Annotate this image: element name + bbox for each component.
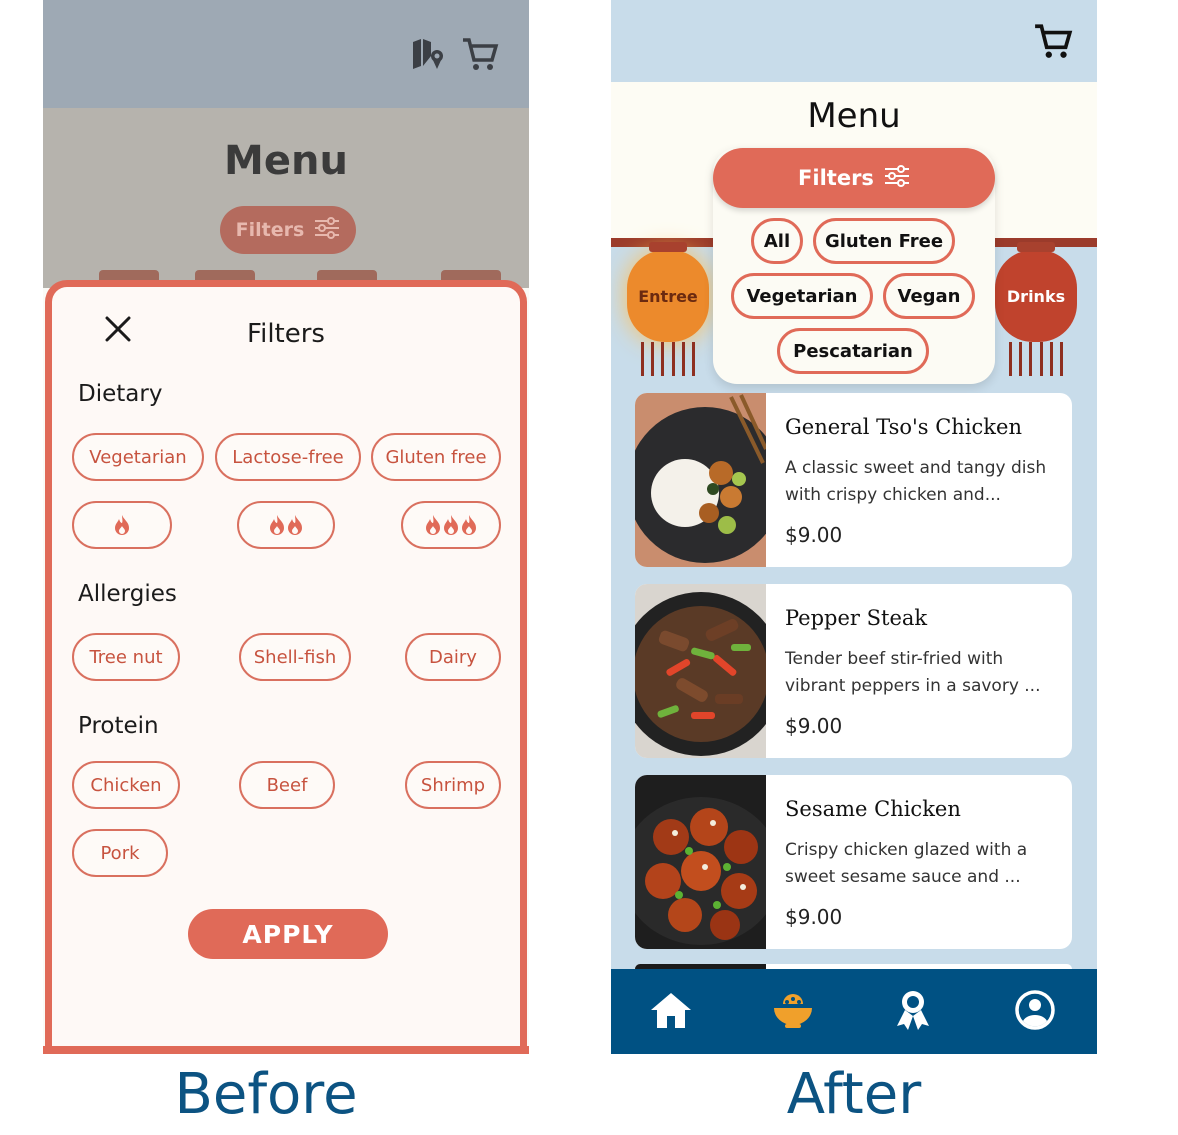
chip-vegetarian[interactable]: Vegetarian: [72, 433, 204, 481]
profile-icon[interactable]: [1012, 987, 1058, 1033]
food-image: [635, 584, 766, 758]
filter-chip-all[interactable]: All: [751, 218, 803, 264]
map-pin-icon[interactable]: [409, 36, 445, 77]
item-name: Sesame Chicken: [785, 797, 961, 821]
menu-item-card[interactable]: General Tso's Chicken A classic sweet an…: [635, 393, 1072, 567]
chip-beef[interactable]: Beef: [239, 761, 335, 809]
menu-item-card[interactable]: Sesame Chicken Crispy chicken glazed wit…: [635, 775, 1072, 949]
top-bar: [611, 0, 1097, 82]
lantern-cap: [1017, 242, 1055, 252]
before-screen: Menu Filters Filters Dietary Vegetarian …: [43, 0, 529, 1054]
tab-drinks[interactable]: Drinks: [995, 242, 1077, 376]
item-description: A classic sweet and tangy dish with cris…: [785, 458, 1047, 505]
apply-button[interactable]: APPLY: [188, 909, 388, 959]
after-caption: After: [786, 1062, 922, 1127]
bottom-nav: [611, 969, 1097, 1054]
page-title: Menu: [807, 96, 901, 136]
sheet-title: Filters: [247, 319, 325, 349]
sheet-bottom-border: [43, 1046, 529, 1054]
lantern-cap: [649, 242, 687, 252]
filters-label: Filters: [235, 219, 305, 241]
lantern-fringe: [1009, 342, 1063, 376]
food-image: [635, 775, 766, 949]
rewards-icon[interactable]: [890, 987, 936, 1033]
chip-pork[interactable]: Pork: [72, 829, 168, 877]
chip-dairy[interactable]: Dairy: [405, 633, 501, 681]
chip-spice-medium[interactable]: [237, 501, 335, 549]
filter-chip-gluten-free[interactable]: Gluten Free: [813, 218, 955, 264]
chip-chicken[interactable]: Chicken: [72, 761, 180, 809]
after-screen: Menu Entree Drinks Filters All Gluten Fr…: [611, 0, 1097, 1054]
chip-tree-nut[interactable]: Tree nut: [72, 633, 180, 681]
tab-drinks-label: Drinks: [1006, 286, 1066, 306]
chip-spice-mild[interactable]: [72, 501, 172, 549]
menu-item-card[interactable]: Pepper Steak Tender beef stir-fried with…: [635, 584, 1072, 758]
food-bowl-icon[interactable]: [770, 987, 816, 1033]
filter-chip-vegan[interactable]: Vegan: [883, 273, 975, 319]
chip-shrimp[interactable]: Shrimp: [405, 761, 501, 809]
allergies-heading: Allergies: [78, 581, 177, 607]
dimmed-menu-band: [43, 108, 529, 288]
item-price: $9.00: [785, 905, 843, 929]
filter-chip-vegetarian[interactable]: Vegetarian: [731, 273, 873, 319]
item-description: Tender beef stir-fried with vibrant pepp…: [785, 649, 1041, 696]
flame-icon: [269, 514, 303, 536]
before-caption: Before: [174, 1062, 358, 1127]
home-icon[interactable]: [648, 987, 694, 1033]
flame-icon: [114, 514, 130, 536]
filter-chip-pescatarian[interactable]: Pescatarian: [777, 328, 929, 374]
page-title: Menu: [224, 138, 348, 184]
sliders-icon: [884, 164, 910, 192]
food-image: [635, 393, 766, 567]
chip-lactose-free[interactable]: Lactose-free: [215, 433, 361, 481]
filters-label: Filters: [798, 166, 874, 190]
item-description: Crispy chicken glazed with a sweet sesam…: [785, 840, 1028, 887]
tab-entree[interactable]: Entree: [627, 242, 709, 376]
lantern-fringe: [641, 342, 695, 376]
item-price: $9.00: [785, 523, 843, 547]
cart-icon[interactable]: [461, 36, 499, 77]
tab-entree-label: Entree: [638, 286, 698, 306]
chip-gluten-free[interactable]: Gluten free: [371, 433, 501, 481]
protein-heading: Protein: [78, 713, 159, 739]
item-price: $9.00: [785, 714, 843, 738]
cart-icon[interactable]: [1033, 22, 1073, 65]
filters-button[interactable]: Filters: [713, 148, 995, 208]
filters-sheet: Filters Dietary Vegetarian Lactose-free …: [45, 280, 527, 1054]
item-name: Pepper Steak: [785, 606, 928, 630]
item-name: General Tso's Chicken: [785, 415, 1022, 439]
sliders-icon: [314, 216, 340, 244]
chip-shell-fish[interactable]: Shell-fish: [239, 633, 351, 681]
dietary-heading: Dietary: [78, 381, 163, 407]
flame-icon: [425, 514, 477, 536]
chip-spice-hot[interactable]: [401, 501, 501, 549]
filters-button[interactable]: Filters: [220, 206, 356, 254]
